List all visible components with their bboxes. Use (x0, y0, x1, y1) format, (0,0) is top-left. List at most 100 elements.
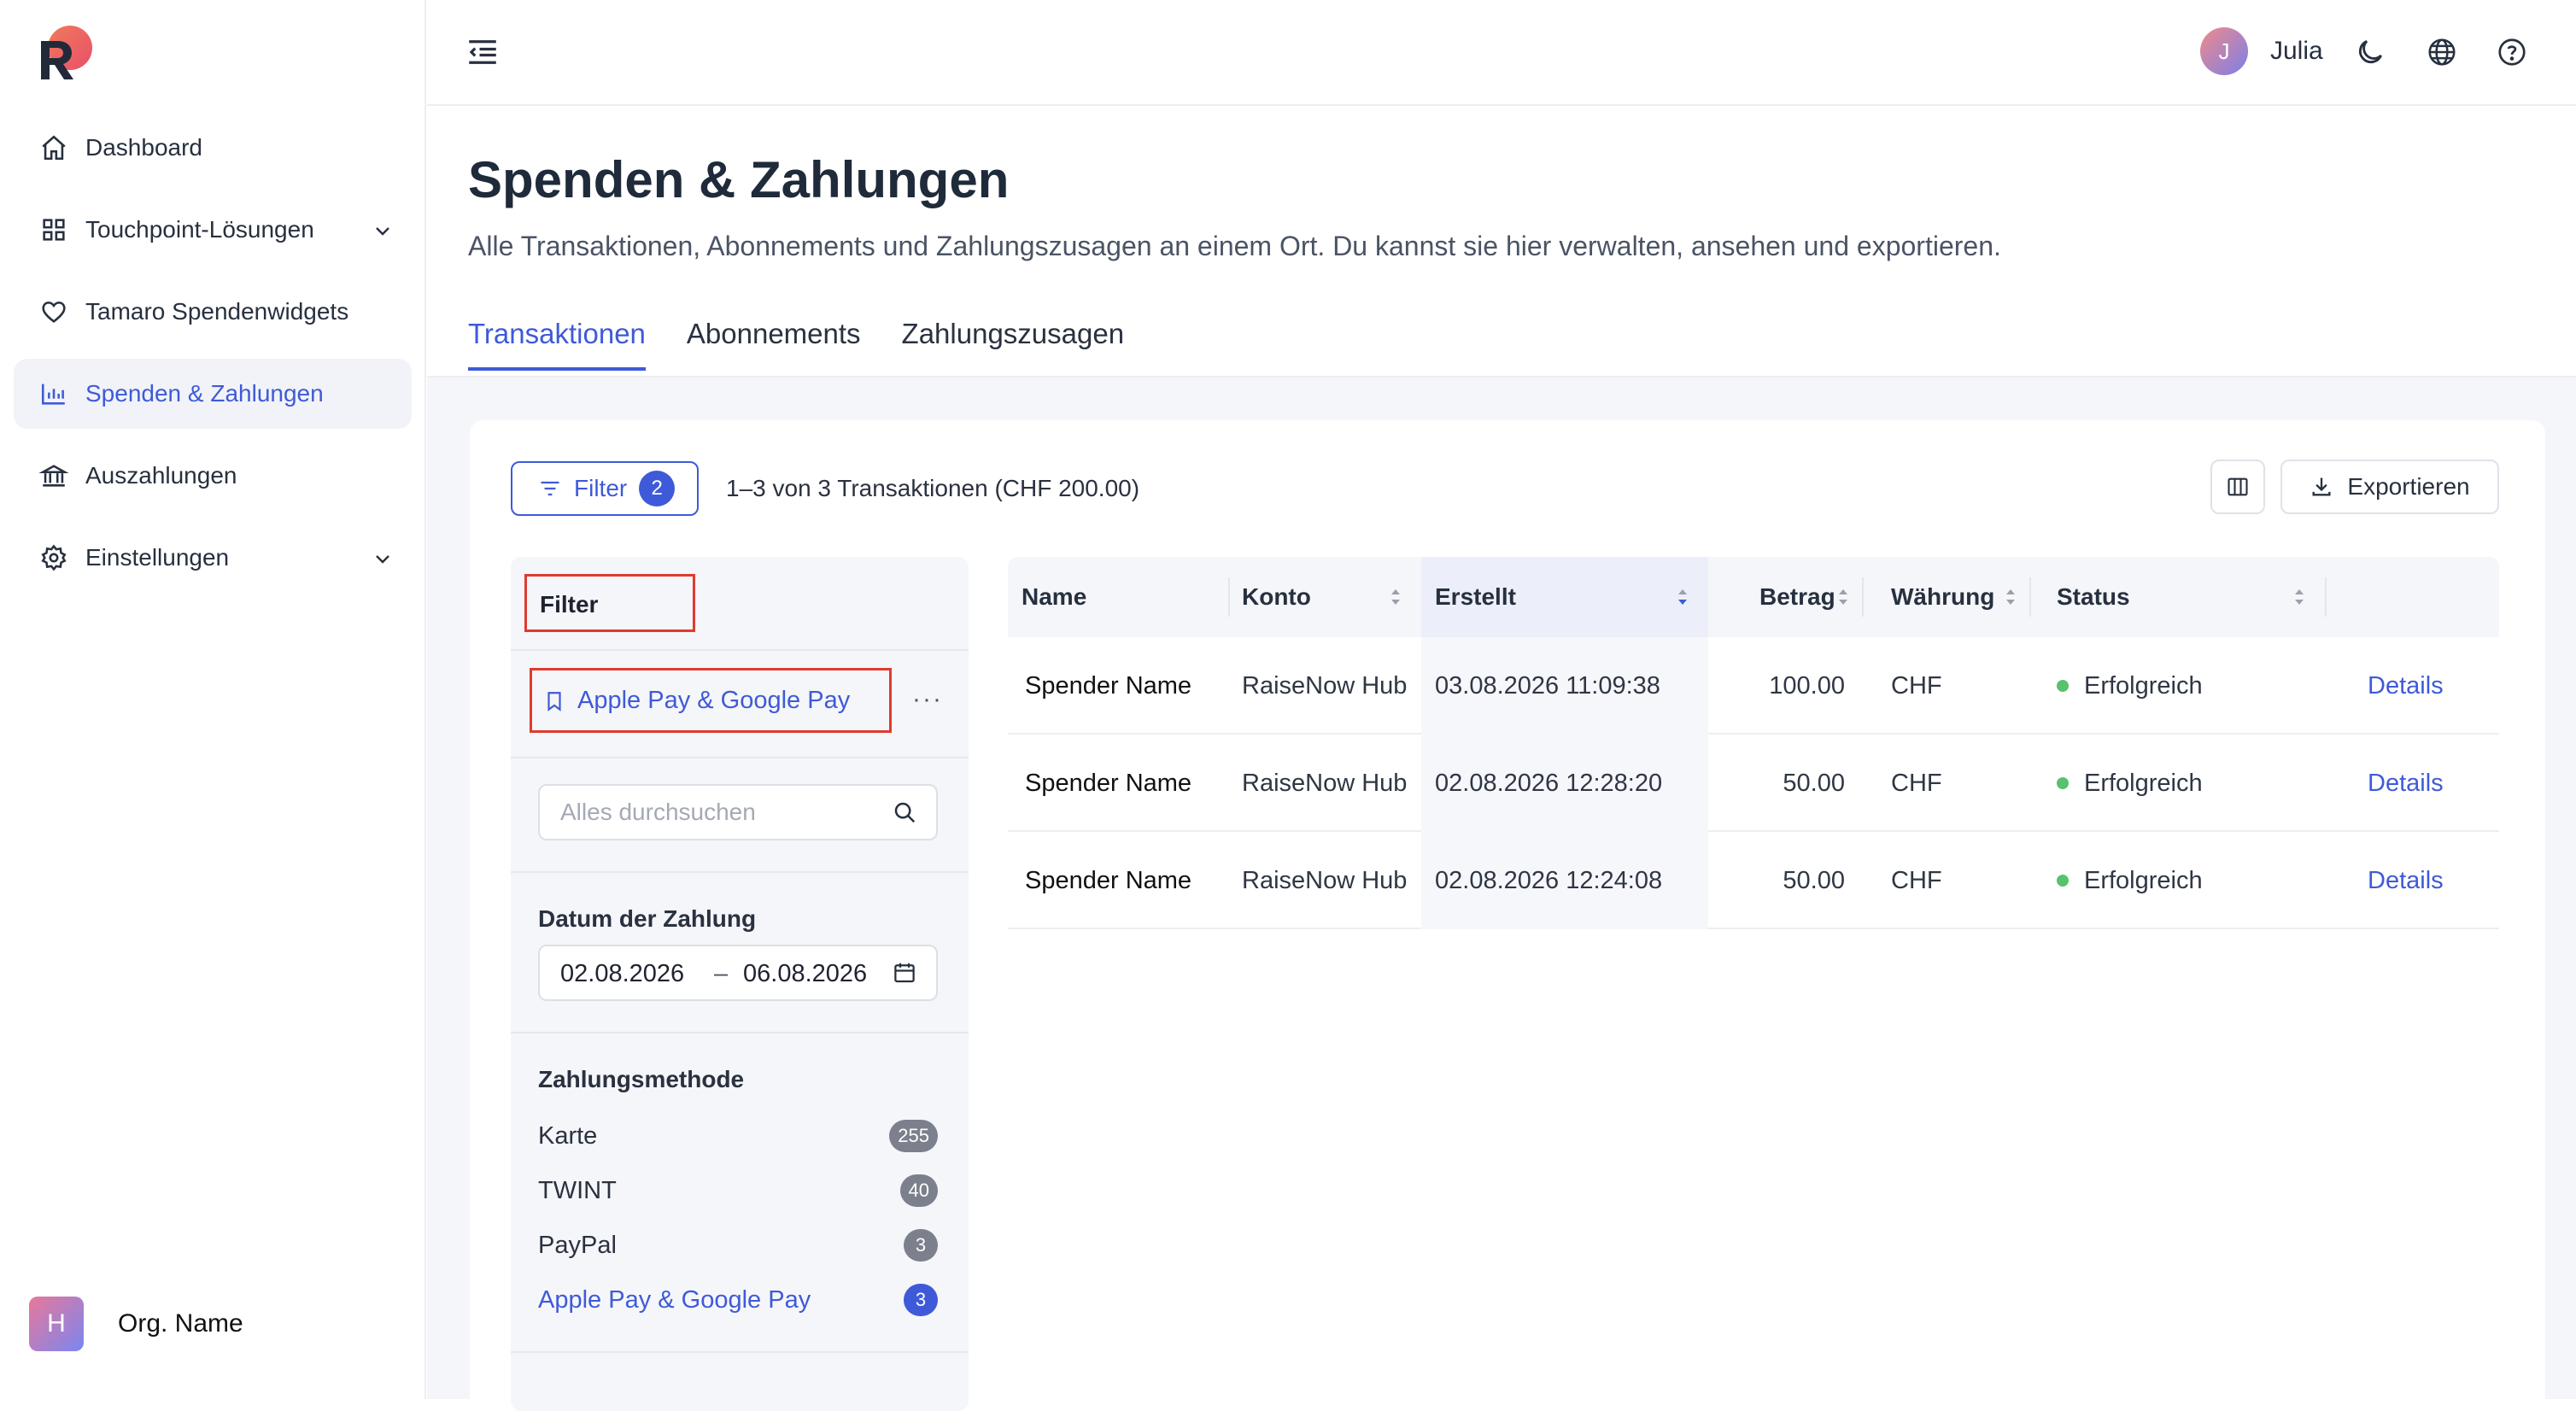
cell-waehrung: CHF (1891, 671, 1942, 700)
payment-method-name: Karte (538, 1121, 598, 1150)
count-badge: 3 (904, 1229, 938, 1262)
cell-konto: RaiseNow Hub (1242, 866, 1408, 894)
cell-name: Spender Name (1025, 769, 1192, 797)
home-icon (42, 135, 66, 161)
columns-button[interactable] (2210, 460, 2265, 514)
sidebar: Dashboard Touchpoint-Lösungen Tamaro Spe… (0, 0, 426, 1399)
column-divider (1228, 577, 1230, 617)
table-row[interactable]: Spender Name RaiseNow Hub 02.08.2026 12:… (1008, 832, 2499, 929)
date-filter-label: Datum der Zahlung (538, 905, 757, 932)
filter-button[interactable]: Filter 2 (511, 461, 699, 516)
org-name: Org. Name (118, 1309, 243, 1338)
sidebar-item-tamaro[interactable]: Tamaro Spendenwidgets (14, 277, 412, 347)
sidebar-item-touchpoint[interactable]: Touchpoint-Lösungen (14, 195, 412, 265)
calendar-icon[interactable] (892, 960, 917, 986)
export-button[interactable]: Exportieren (2280, 460, 2499, 514)
payment-method-karte[interactable]: Karte 255 (538, 1119, 938, 1153)
cell-betrag: 100.00 (1769, 671, 1845, 700)
payment-method-paypal[interactable]: PayPal 3 (538, 1228, 938, 1262)
highlight-box (530, 668, 892, 733)
sidebar-item-label: Auszahlungen (85, 462, 237, 489)
moon-icon[interactable] (2354, 36, 2386, 68)
cell-status: Erfolgreich (2057, 832, 2203, 929)
filter-panel: Filter Apple Pay & Google Pay ··· Datum … (511, 557, 969, 1411)
details-link[interactable]: Details (2368, 637, 2444, 735)
payment-method-name: Apple Pay & Google Pay (538, 1285, 811, 1314)
column-header-waehrung[interactable]: Währung (1891, 557, 2002, 637)
date-from[interactable]: 02.08.2026 (560, 960, 684, 988)
cell-waehrung: CHF (1891, 866, 1942, 894)
filter-icon (541, 481, 559, 496)
globe-icon[interactable] (2426, 36, 2458, 68)
cell-betrag: 50.00 (1783, 769, 1845, 797)
count-badge: 255 (889, 1120, 938, 1152)
sidebar-item-spenden[interactable]: Spenden & Zahlungen (14, 359, 412, 429)
count-badge: 3 (904, 1284, 938, 1316)
payment-method-name: TWINT (538, 1176, 617, 1204)
cell-erstellt: 02.08.2026 12:28:20 (1421, 735, 1708, 832)
cell-status: Erfolgreich (2057, 735, 2203, 832)
sidebar-nav: Dashboard Touchpoint-Lösungen Tamaro Spe… (14, 113, 412, 605)
org-switcher[interactable]: H Org. Name (29, 1297, 243, 1351)
column-divider (1862, 577, 1864, 617)
sidebar-item-label: Spenden & Zahlungen (85, 380, 324, 407)
tab-abonnements[interactable]: Abonnements (687, 318, 861, 371)
cell-erstellt: 03.08.2026 11:09:38 (1421, 637, 1708, 735)
column-divider (2325, 577, 2327, 617)
column-header-betrag[interactable]: Betrag (1759, 557, 1835, 637)
filter-button-label: Filter (574, 475, 628, 501)
cell-name: Spender Name (1025, 866, 1192, 894)
table-row[interactable]: Spender Name RaiseNow Hub 03.08.2026 11:… (1008, 637, 2499, 735)
highlight-box (524, 574, 695, 632)
sort-icon[interactable] (2004, 586, 2017, 608)
details-link[interactable]: Details (2368, 735, 2444, 832)
chevron-down-icon[interactable] (372, 220, 393, 241)
sidebar-item-label: Tamaro Spendenwidgets (85, 298, 349, 325)
column-header-konto[interactable]: Konto (1242, 557, 1413, 637)
help-icon[interactable] (2496, 36, 2528, 68)
column-header-erstellt[interactable]: Erstellt (1421, 557, 1708, 637)
cell-waehrung: CHF (1891, 769, 1942, 797)
tabs: Transaktionen Abonnements Zahlungszusage… (468, 318, 1165, 371)
cell-konto: RaiseNow Hub (1242, 769, 1408, 797)
cell-erstellt: 02.08.2026 12:24:08 (1421, 832, 1708, 929)
status-badge: Erfolgreich (2084, 866, 2203, 894)
filter-count-badge: 2 (639, 471, 676, 506)
gear-icon (41, 544, 67, 571)
column-header-status[interactable]: Status (2057, 557, 2228, 637)
sort-icon[interactable] (1676, 586, 1689, 608)
sort-icon[interactable] (1836, 586, 1850, 608)
topbar: J Julia (427, 0, 2576, 106)
details-link[interactable]: Details (2368, 832, 2444, 929)
search-input[interactable] (540, 786, 881, 839)
divider (511, 757, 969, 758)
status-dot (2057, 680, 2069, 692)
sort-icon[interactable] (1389, 586, 1402, 608)
sidebar-item-dashboard[interactable]: Dashboard (14, 113, 412, 183)
tab-transaktionen[interactable]: Transaktionen (468, 318, 646, 371)
table-row[interactable]: Spender Name RaiseNow Hub 02.08.2026 12:… (1008, 735, 2499, 832)
column-header-name[interactable]: Name (1022, 557, 1235, 637)
tab-zahlungszusagen[interactable]: Zahlungszusagen (902, 318, 1125, 371)
bar-chart-icon (41, 383, 65, 405)
chevron-down-icon[interactable] (372, 548, 393, 569)
transactions-card: Filter 2 1–3 von 3 Transaktionen (CHF 20… (470, 420, 2545, 1411)
sidebar-item-auszahlungen[interactable]: Auszahlungen (14, 441, 412, 511)
cell-konto: RaiseNow Hub (1242, 671, 1408, 700)
date-to[interactable]: 06.08.2026 (743, 960, 867, 988)
columns-icon (2228, 477, 2248, 496)
search-icon[interactable] (892, 799, 917, 825)
more-options-icon[interactable]: ··· (912, 685, 943, 714)
payment-method-apple-google-pay[interactable]: Apple Pay & Google Pay 3 (538, 1283, 938, 1317)
collapse-menu-icon[interactable] (465, 34, 501, 70)
user-menu[interactable]: J Julia (2200, 27, 2323, 75)
payment-method-twint[interactable]: TWINT 40 (538, 1174, 938, 1208)
page-title: Spenden & Zahlungen (468, 151, 1010, 208)
sidebar-item-einstellungen[interactable]: Einstellungen (14, 523, 412, 593)
status-badge: Erfolgreich (2084, 769, 2203, 797)
sort-icon[interactable] (2292, 586, 2306, 608)
results-summary: 1–3 von 3 Transaktionen (CHF 200.00) (726, 475, 1140, 501)
date-separator: – (714, 960, 729, 987)
raisenow-logo[interactable] (38, 24, 106, 84)
date-range-picker[interactable]: 02.08.2026 – 06.08.2026 (538, 945, 938, 1001)
